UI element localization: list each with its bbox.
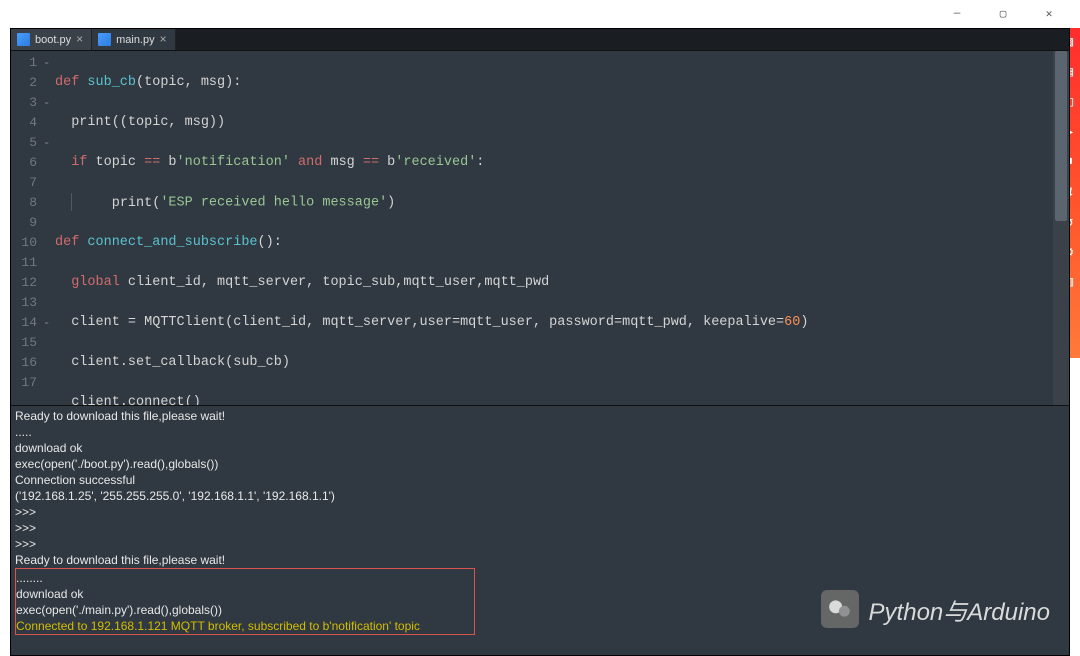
line-number: 7: [11, 173, 37, 193]
console-line: ('192.168.1.25', '255.255.255.0', '192.1…: [15, 488, 1065, 504]
line-number: 13: [11, 293, 37, 313]
line-number: 11: [11, 253, 37, 273]
fold-marker: [43, 113, 55, 133]
console-line: >>>: [15, 520, 1065, 536]
fold-marker[interactable]: -: [43, 93, 55, 113]
console-line: download ok: [16, 586, 474, 602]
line-number: 16: [11, 353, 37, 373]
console-line: .....: [15, 424, 1065, 440]
title-bar: — ▢ ✕: [0, 0, 1080, 28]
watermark: Python与Arduino: [821, 590, 1050, 628]
line-number: 12: [11, 273, 37, 293]
close-icon[interactable]: ×: [160, 35, 169, 44]
fold-marker: [43, 213, 55, 233]
fold-marker[interactable]: -: [43, 313, 55, 333]
fold-marker: [43, 233, 55, 253]
line-number: 14: [11, 313, 37, 333]
close-icon[interactable]: ×: [76, 35, 85, 44]
console-line: exec(open('./boot.py').read(),globals()): [15, 456, 1065, 472]
tab-label: boot.py: [35, 34, 71, 46]
fold-marker: [43, 273, 55, 293]
tab-bar: boot.py × main.py ×: [11, 29, 1069, 51]
console-line: Connected to 192.168.1.121 MQTT broker, …: [16, 618, 474, 634]
line-number: 8: [11, 193, 37, 213]
file-icon: [17, 33, 30, 46]
line-number: 5: [11, 133, 37, 153]
console-line: Ready to download this file,please wait!: [15, 552, 1065, 568]
code-area[interactable]: def sub_cb(topic, msg): print((topic, ms…: [55, 51, 1053, 405]
fold-marker: [43, 253, 55, 273]
file-icon: [98, 33, 111, 46]
scrollbar-thumb[interactable]: [1055, 51, 1067, 221]
close-button[interactable]: ✕: [1026, 0, 1072, 28]
tab-main[interactable]: main.py ×: [92, 29, 176, 50]
fold-marker: [43, 353, 55, 373]
line-number: 3: [11, 93, 37, 113]
fold-marker: [43, 173, 55, 193]
watermark-text: Python与Arduino: [869, 592, 1050, 627]
fold-column: - - - -: [43, 51, 55, 405]
console-line: ........: [16, 570, 474, 586]
line-number: 9: [11, 213, 37, 233]
fold-marker: [43, 153, 55, 173]
console-line: Connection successful: [15, 472, 1065, 488]
line-number: 10: [11, 233, 37, 253]
line-number: 1: [11, 53, 37, 73]
fold-marker: [43, 373, 55, 393]
console-line: >>>: [15, 536, 1065, 552]
tab-boot[interactable]: boot.py ×: [11, 29, 92, 50]
line-number: 15: [11, 333, 37, 353]
line-number: 4: [11, 113, 37, 133]
line-number: 17: [11, 373, 37, 393]
fold-marker: [43, 333, 55, 353]
console-line: download ok: [15, 440, 1065, 456]
console-line: >>>: [15, 504, 1065, 520]
highlighted-output: ........ download ok exec(open('./main.p…: [15, 568, 475, 635]
editor-window: boot.py × main.py × 1 2 3 4 5 6 7 8 9 10…: [10, 28, 1070, 656]
fold-marker: [43, 193, 55, 213]
line-number: 6: [11, 153, 37, 173]
line-gutter: 1 2 3 4 5 6 7 8 9 10 11 12 13 14 15 16 1…: [11, 51, 43, 405]
editor-area: 1 2 3 4 5 6 7 8 9 10 11 12 13 14 15 16 1…: [11, 51, 1069, 405]
tab-label: main.py: [116, 34, 155, 46]
maximize-button[interactable]: ▢: [980, 0, 1026, 28]
vertical-scrollbar[interactable]: [1053, 51, 1069, 405]
console-line: exec(open('./main.py').read(),globals()): [16, 602, 474, 618]
console-line: Ready to download this file,please wait!: [15, 408, 1065, 424]
wechat-icon: [821, 590, 859, 628]
line-number: 2: [11, 73, 37, 93]
fold-marker: [43, 73, 55, 93]
fold-marker[interactable]: -: [43, 53, 55, 73]
minimize-button[interactable]: —: [934, 0, 980, 28]
fold-marker: [43, 293, 55, 313]
fold-marker[interactable]: -: [43, 133, 55, 153]
